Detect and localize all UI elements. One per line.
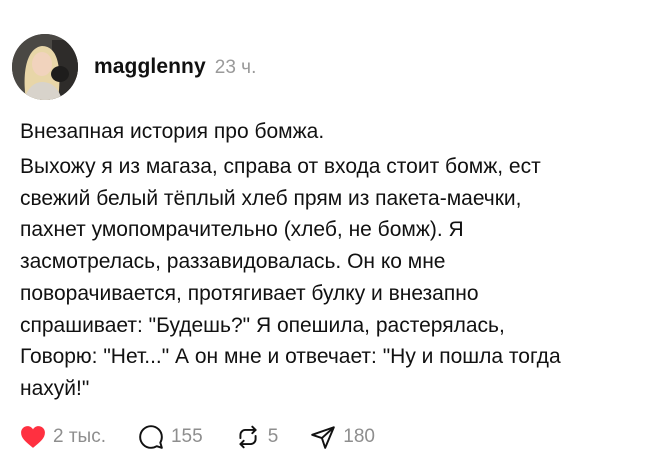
post-time: 23 ч. bbox=[214, 57, 257, 78]
post-body-line: пахнет умопомрачительно (хлеб, не бомж).… bbox=[20, 218, 464, 242]
post-body-line: Выхожу я из магаза, справа от входа стои… bbox=[20, 155, 541, 178]
comment-icon bbox=[139, 425, 163, 449]
post-body-line: засмотрелась, раззавидовалась. Он ко мне bbox=[20, 250, 446, 274]
comment-count: 155 bbox=[170, 426, 203, 447]
share-count: 180 bbox=[343, 426, 375, 447]
share-icon bbox=[311, 426, 336, 449]
post-header: magglenny 23 ч. bbox=[12, 33, 256, 101]
post-body-line: Говорю: "Нет..." А он мне и отвечает: "Н… bbox=[20, 345, 561, 369]
repost-icon bbox=[239, 425, 257, 449]
post-body-line: поворачивается, протягивает булку и внез… bbox=[20, 281, 479, 305]
post-body: Выхожу я из магаза, справа от входа стои… bbox=[20, 151, 650, 405]
comment-button[interactable]: 155 bbox=[138, 424, 203, 450]
like-button[interactable]: 2 тыс. bbox=[20, 425, 106, 449]
post-title: Внезапная история про бомжа. bbox=[20, 120, 325, 143]
repost-button[interactable]: 5 bbox=[235, 424, 279, 450]
avatar[interactable] bbox=[12, 34, 78, 100]
repost-count: 5 bbox=[267, 426, 279, 447]
post-body-line: спрашивает: "Будешь?" Я опешила, растеря… bbox=[20, 313, 505, 337]
post-body-line: нахуй!" bbox=[20, 376, 90, 400]
username[interactable]: magglenny bbox=[94, 55, 206, 79]
heart-icon bbox=[21, 426, 45, 448]
avatar-photo bbox=[12, 34, 78, 100]
post-body-line: свежий белый тёплый хлеб прям из пакета-… bbox=[20, 186, 522, 210]
like-count: 2 тыс. bbox=[53, 426, 106, 447]
post-actions: 2 тыс. 155 5 180 bbox=[20, 420, 407, 454]
share-button[interactable]: 180 bbox=[310, 424, 375, 450]
